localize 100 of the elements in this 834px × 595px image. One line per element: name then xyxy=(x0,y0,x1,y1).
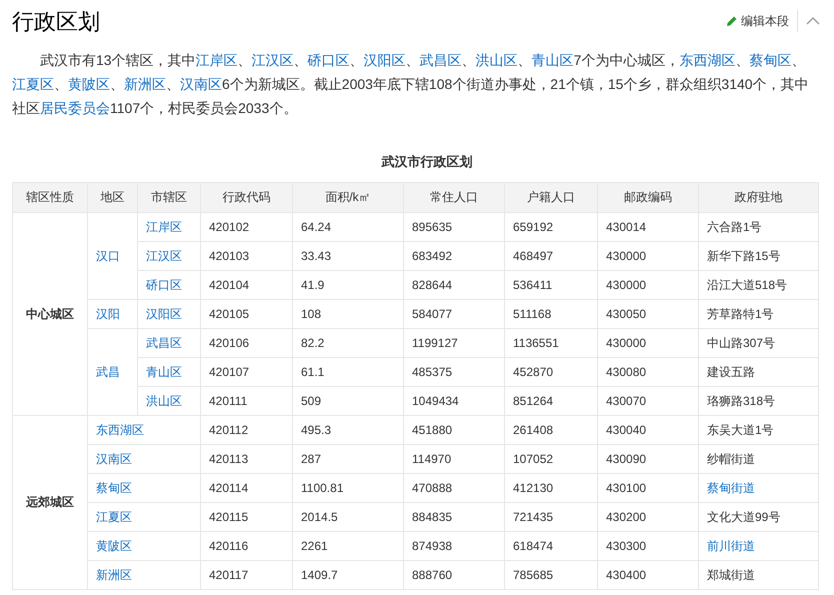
table-cell: 430050 xyxy=(598,299,698,328)
table-cell: 430000 xyxy=(598,270,698,299)
table-cell: 895635 xyxy=(404,212,504,241)
area-link[interactable]: 武昌 xyxy=(88,328,138,415)
table-cell: 430200 xyxy=(598,502,698,531)
table-cell: 485375 xyxy=(404,357,504,386)
text-link[interactable]: 居民委员会 xyxy=(40,100,110,116)
column-header: 行政代码 xyxy=(200,182,292,212)
table-cell: 584077 xyxy=(404,299,504,328)
table-cell: 82.2 xyxy=(292,328,404,357)
seat-link[interactable]: 蔡甸街道 xyxy=(698,473,818,502)
table-cell: 建设五路 xyxy=(698,357,818,386)
district-link[interactable]: 江夏区 xyxy=(88,502,200,531)
pencil-icon xyxy=(726,15,738,27)
table-cell: 郑城街道 xyxy=(698,560,818,589)
table-cell: 107052 xyxy=(504,444,598,473)
table-cell: 远郊城区 xyxy=(12,415,88,589)
table-cell: 261408 xyxy=(504,415,598,444)
intro-paragraph: 武汉市有13个辖区，其中江岸区、江汉区、硚口区、汉阳区、武昌区、洪山区、青山区7个为中心城区，东西湖区、蔡甸区、 江夏区、黄陂区、新洲区、汉南区6个为新城区。截止2003年底下辖108个街道办事处，21个镇，15个乡，群众组织3140个，其中社区居民委员会1107个，村民委员会2033个。 xyxy=(11,51,810,118)
table-cell: 659192 xyxy=(504,212,598,241)
text-link[interactable]: 青山区 xyxy=(532,52,574,68)
table-cell: 884835 xyxy=(404,502,504,531)
table-cell: 851264 xyxy=(504,386,598,415)
district-link[interactable]: 黄陂区 xyxy=(88,531,200,560)
district-link[interactable]: 洪山区 xyxy=(138,386,200,415)
table-cell: 420103 xyxy=(200,241,292,270)
area-link[interactable]: 汉口 xyxy=(88,212,138,299)
table-cell: 430040 xyxy=(598,415,698,444)
text-link[interactable]: 黄陂区 xyxy=(68,76,110,92)
column-header: 面积/k㎡ xyxy=(292,182,404,212)
table-cell: 430100 xyxy=(598,473,698,502)
table-cell: 420117 xyxy=(200,560,292,589)
table-caption: 武汉市行政区划 xyxy=(380,153,474,171)
table-cell: 114970 xyxy=(404,444,504,473)
table-cell: 1100.81 xyxy=(292,473,404,502)
table-cell: 芳草路特1号 xyxy=(698,299,818,328)
district-link[interactable]: 硚口区 xyxy=(138,270,200,299)
table-cell: 33.43 xyxy=(292,241,404,270)
district-link[interactable]: 江汉区 xyxy=(138,241,200,270)
edit-section-link[interactable]: 编辑本段 xyxy=(726,12,797,30)
district-link[interactable]: 青山区 xyxy=(138,357,200,386)
table-cell: 108 xyxy=(292,299,404,328)
text-link[interactable]: 武昌区 xyxy=(420,52,462,68)
table-cell: 888760 xyxy=(404,560,504,589)
table-cell: 420105 xyxy=(200,299,292,328)
text-link[interactable]: 东西湖区 xyxy=(679,52,736,68)
text-link[interactable]: 新洲区 xyxy=(124,76,166,92)
district-link[interactable]: 武昌区 xyxy=(138,328,200,357)
text-link[interactable]: 江汉区 xyxy=(252,52,294,68)
text-link[interactable]: 蔡甸区 xyxy=(749,52,792,68)
table-cell: 1409.7 xyxy=(292,560,404,589)
table-cell: 1136551 xyxy=(504,328,598,357)
table-cell: 451880 xyxy=(404,415,504,444)
table-cell: 420116 xyxy=(200,531,292,560)
district-link[interactable]: 汉阳区 xyxy=(138,299,200,328)
table-cell: 785685 xyxy=(504,560,598,589)
table-cell: 452870 xyxy=(504,357,598,386)
district-link[interactable]: 江岸区 xyxy=(138,212,200,241)
table-cell: 420111 xyxy=(200,386,292,415)
table-cell: 430080 xyxy=(598,357,698,386)
table-cell: 六合路1号 xyxy=(698,212,818,241)
table-cell: 430400 xyxy=(598,560,698,589)
table-cell: 420114 xyxy=(200,473,292,502)
table-cell: 2261 xyxy=(292,531,404,560)
table-cell: 2014.5 xyxy=(292,502,404,531)
text-link[interactable]: 汉南区 xyxy=(180,76,222,92)
text-link[interactable]: 江夏区 xyxy=(12,76,54,92)
district-link[interactable]: 新洲区 xyxy=(88,560,200,589)
table-cell: 430300 xyxy=(598,531,698,560)
table-cell: 中心城区 xyxy=(12,212,88,415)
table-cell: 536411 xyxy=(504,270,598,299)
text-link[interactable]: 硚口区 xyxy=(308,52,350,68)
district-link[interactable]: 汉南区 xyxy=(88,444,200,473)
table-cell: 沿江大道518号 xyxy=(698,270,818,299)
table-cell: 509 xyxy=(292,386,404,415)
table-cell: 1049434 xyxy=(404,386,504,415)
table-cell: 61.1 xyxy=(292,357,404,386)
column-header: 辖区性质 xyxy=(12,182,88,212)
table-cell: 618474 xyxy=(504,531,598,560)
table-cell: 420104 xyxy=(200,270,292,299)
text-link[interactable]: 江岸区 xyxy=(196,52,238,68)
table-cell: 495.3 xyxy=(292,415,404,444)
table-cell: 430000 xyxy=(598,328,698,357)
section-title: 行政区划 xyxy=(12,8,100,36)
district-link[interactable]: 蔡甸区 xyxy=(88,473,200,502)
area-link[interactable]: 汉阳 xyxy=(88,299,138,328)
table-cell: 430090 xyxy=(598,444,698,473)
text-link[interactable]: 汉阳区 xyxy=(364,52,406,68)
text-link[interactable]: 洪山区 xyxy=(476,52,518,68)
district-link[interactable]: 东西湖区 xyxy=(88,415,200,444)
table-cell: 东吴大道1号 xyxy=(698,415,818,444)
seat-link[interactable]: 前川街道 xyxy=(698,531,818,560)
column-header: 政府驻地 xyxy=(698,182,818,212)
table-cell: 468497 xyxy=(504,241,598,270)
table-cell: 420106 xyxy=(200,328,292,357)
table-cell: 1199127 xyxy=(404,328,504,357)
table-cell: 683492 xyxy=(404,241,504,270)
table-cell: 412130 xyxy=(504,473,598,502)
table-cell: 中山路307号 xyxy=(698,328,818,357)
table-cell: 珞狮路318号 xyxy=(698,386,818,415)
